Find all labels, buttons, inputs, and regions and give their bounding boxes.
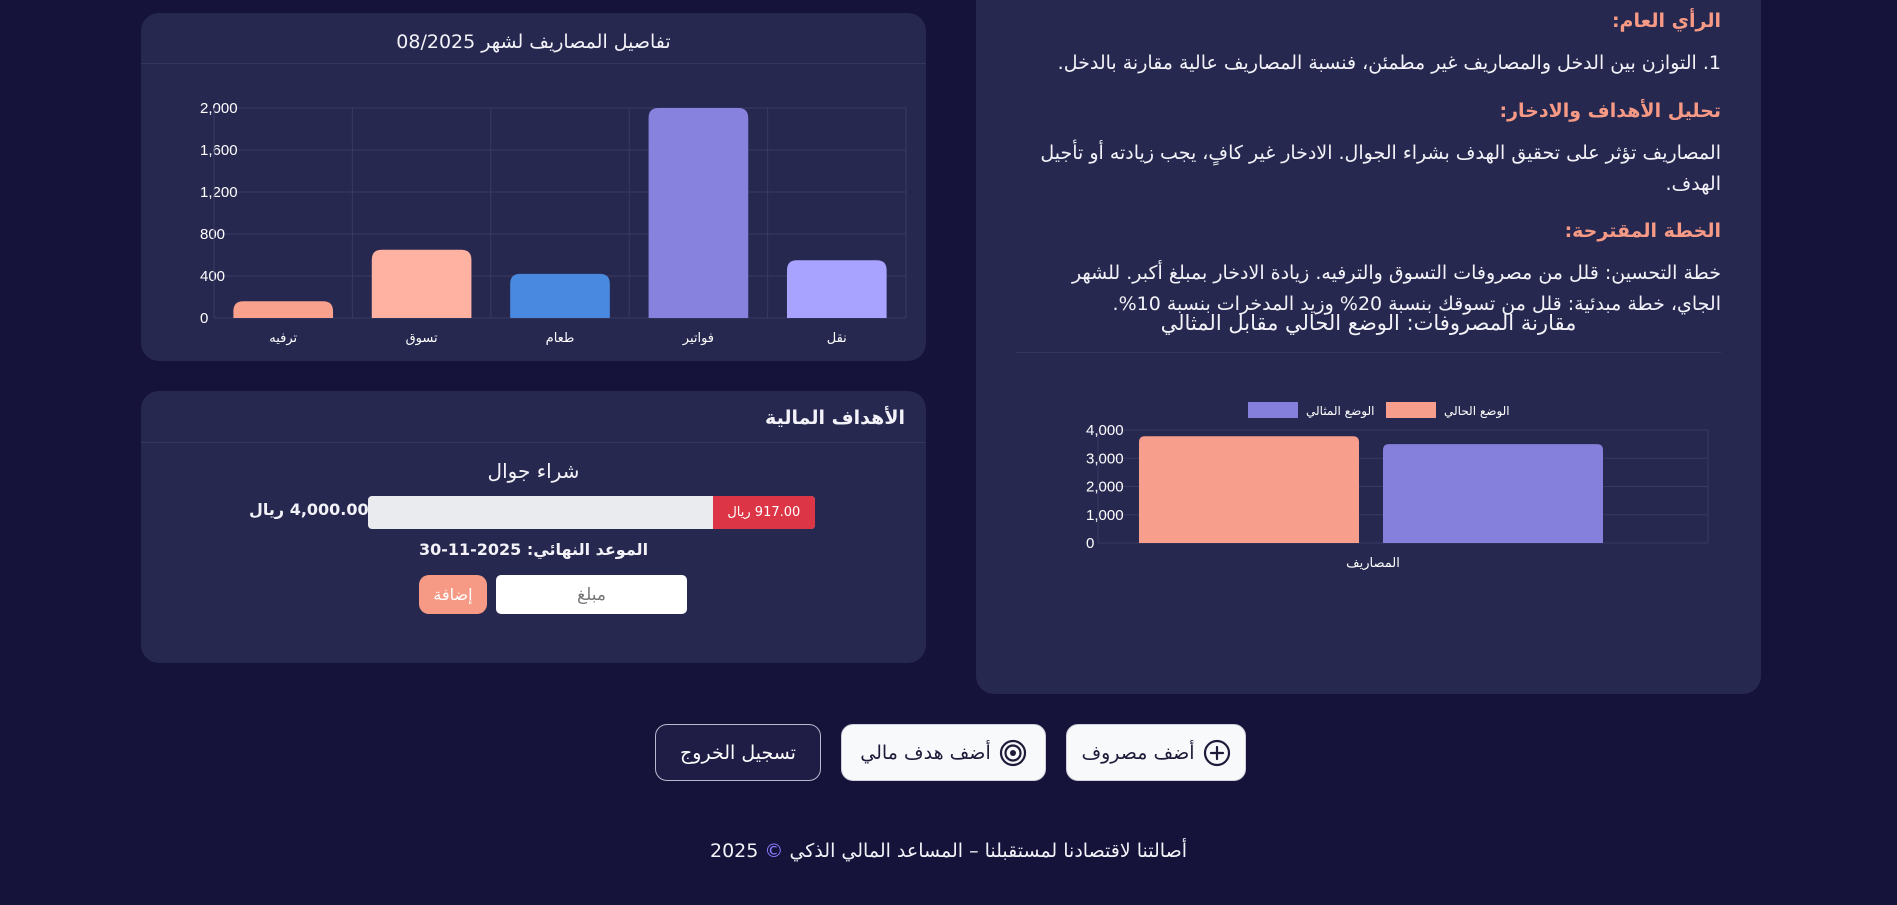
legend-swatch [1248, 402, 1298, 418]
bar [1139, 436, 1359, 543]
divider [141, 63, 926, 64]
bar [371, 249, 472, 318]
bar [786, 260, 887, 318]
bar [1383, 444, 1603, 543]
legend-label: الوضع المثالي [1306, 404, 1374, 419]
x-tick-label: ترفيه [269, 331, 297, 346]
y-tick-label: 0 [1086, 535, 1094, 552]
copyright-icon: © [764, 840, 784, 862]
legend-swatch [1386, 402, 1436, 418]
divider [1016, 352, 1721, 353]
expense-chart-title: تفاصيل المصاريف لشهر 08/2025 [396, 31, 671, 53]
divider [141, 442, 926, 443]
goal-progress-bar: 917.00 ريال [368, 496, 815, 529]
x-tick-label: نقل [827, 331, 847, 346]
y-tick-label: 400 [200, 268, 225, 285]
financial-goals-card: الأهداف المالية شراء جوال 917.00 ريال 4,… [141, 391, 926, 663]
expense-chart-card: تفاصيل المصاريف لشهر 08/2025 0 400 800 1,20… [141, 13, 926, 361]
add-expense-button[interactable]: أضف مصروف [1066, 724, 1246, 781]
overview-text: 1. التوازن بين الدخل والمصاريف غير مطمئن… [1057, 52, 1721, 74]
plan-heading: الخطة المقترحة: [1564, 220, 1721, 242]
add-goal-label: أضف هدف مالي [860, 741, 991, 764]
add-goal-button[interactable]: أضف هدف مالي [841, 724, 1046, 781]
y-tick-label: 800 [200, 226, 225, 243]
y-tick-label: 2,000 [200, 100, 238, 117]
goals-card-title: الأهداف المالية [765, 407, 905, 429]
footer-text: أصالتنا لاقتصادنا لمستقبلنا – المساعد ال… [789, 840, 1187, 862]
logout-label: تسجيل الخروج [680, 741, 796, 764]
plus-circle-icon [1203, 739, 1231, 767]
footer-year: 2025 [710, 840, 759, 862]
target-icon [999, 739, 1027, 767]
legend-label: الوضع الحالي [1444, 404, 1510, 419]
y-tick-label: 0 [200, 310, 208, 327]
y-tick-label: 2,000 [1086, 479, 1124, 496]
bar [648, 108, 749, 318]
bar [510, 273, 610, 318]
y-tick-label: 1,600 [200, 142, 238, 159]
goal-add-button[interactable]: إضافة [419, 575, 487, 614]
add-expense-label: أضف مصروف [1081, 741, 1195, 764]
comparison-chart-title: مقارنة المصروفات: الوضع الحالي مقابل الم… [1160, 311, 1577, 335]
goal-deadline: الموعد النهائي: 2025-11-30 [418, 540, 649, 559]
y-tick-label: 4,000 [1086, 422, 1124, 439]
bar [233, 301, 334, 318]
x-tick-label: المصاريف [1346, 556, 1400, 571]
y-tick-label: 1,200 [200, 184, 238, 201]
analysis-card: الرأي العام: 1. التوازن بين الدخل والمصا… [976, 0, 1761, 694]
x-tick-label: تسوق [406, 331, 438, 346]
goal-target-amount: 4,000.00 ريال [249, 500, 369, 519]
y-tick-label: 3,000 [1086, 450, 1124, 467]
goals-analysis-heading: تحليل الأهداف والادخار: [1499, 100, 1721, 122]
overview-heading: الرأي العام: [1611, 10, 1721, 32]
x-tick-label: طعام [546, 331, 575, 346]
goal-name: شراء جوال [487, 459, 580, 483]
expense-chart: 0 400 800 1,200 1,600 2,000 نقل فواتير طعام تسوق ت… [200, 100, 907, 346]
comparison-chart: الوضع المثالي الوضع الحالي 0 1,000 2,000 3,00… [1086, 402, 1709, 571]
goal-amount-input[interactable] [496, 575, 687, 614]
logout-button[interactable]: تسجيل الخروج [655, 724, 821, 781]
y-tick-label: 1,000 [1086, 507, 1124, 524]
x-tick-label: فواتير [682, 331, 714, 346]
footer: أصالتنا لاقتصادنا لمستقبلنا – المساعد ال… [0, 840, 1897, 862]
goal-progress-fill: 917.00 ريال [712, 496, 815, 529]
goals-analysis-text: المصاريف تؤثر على تحقيق الهدف بشراء الجو… [1040, 142, 1721, 195]
